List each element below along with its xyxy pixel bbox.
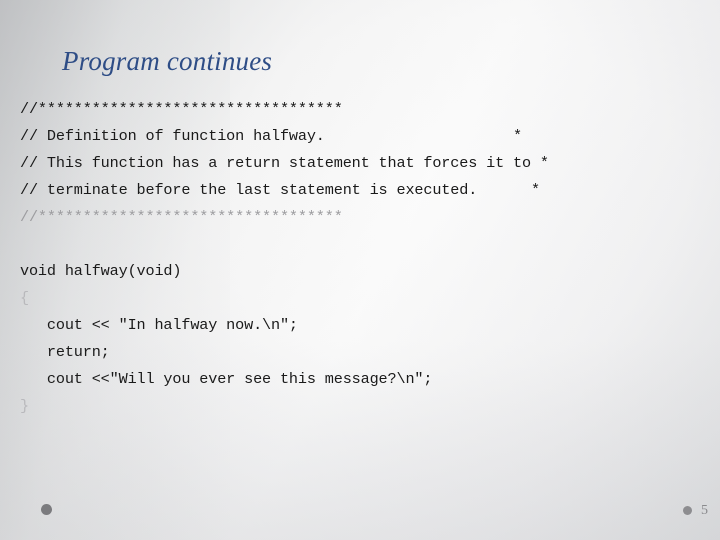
code-line: void halfway(void) (20, 262, 182, 280)
circle-bullet-icon (41, 504, 52, 515)
circle-bullet-icon (683, 506, 692, 515)
code-line: cout << "In halfway now.\n"; (20, 316, 298, 334)
code-line: //********************************** (20, 208, 343, 226)
code-line: // This function has a return statement … (20, 154, 549, 172)
page-number: 5 (701, 503, 708, 518)
code-line: return; (20, 343, 110, 361)
code-line: // Definition of function halfway. * (20, 127, 522, 145)
code-line: { (20, 289, 29, 307)
code-line: cout <<"Will you ever see this message?\… (20, 370, 433, 388)
code-block: //********************************** // D… (20, 96, 710, 420)
code-line: } (20, 397, 29, 415)
code-line: // terminate before the last statement i… (20, 181, 540, 199)
page-title: Program continues (62, 46, 273, 76)
code-line: //********************************** (20, 100, 343, 118)
slide-canvas: Program continues //********************… (0, 0, 720, 540)
